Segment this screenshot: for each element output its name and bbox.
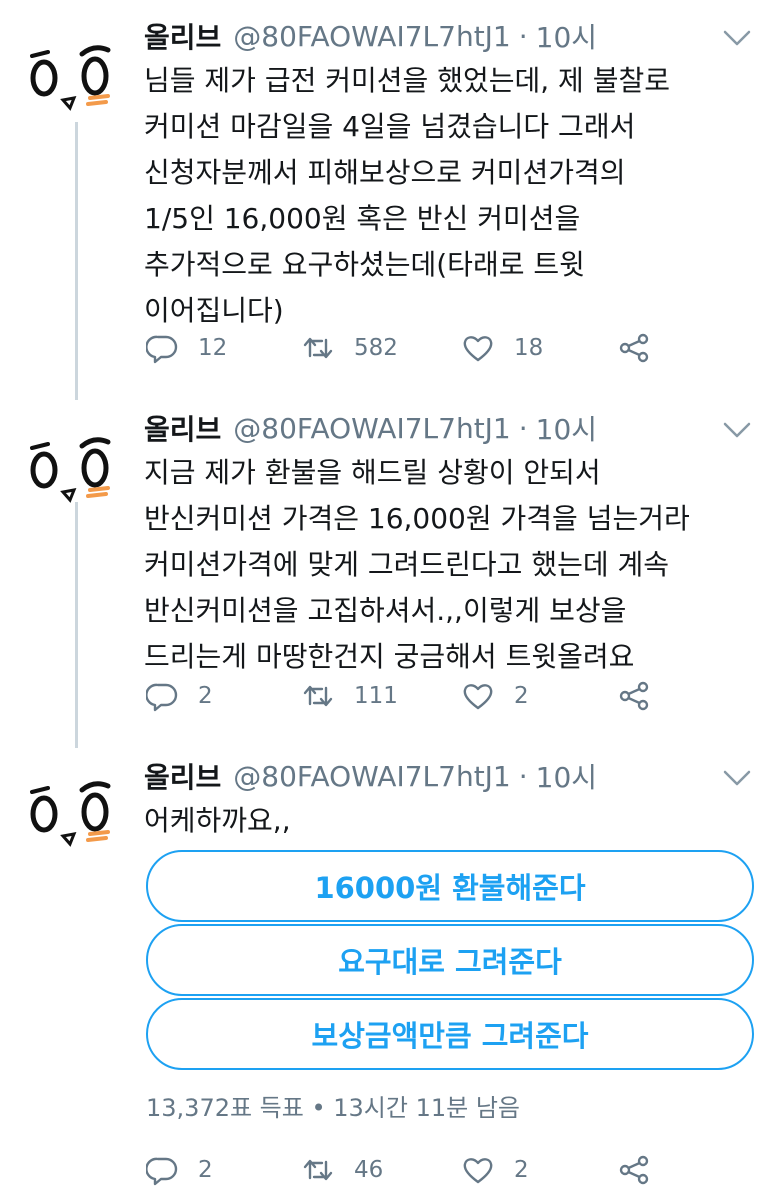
tweet-text-line: 반신커미션 가격은 16,000원 가격을 넘는거라 xyxy=(144,502,690,535)
avatar[interactable] xyxy=(18,774,136,872)
poll-option-label: 보상금액만큼 그려준다 xyxy=(311,1019,589,1053)
display-name[interactable]: 올리브 xyxy=(144,756,221,796)
share-button[interactable] xyxy=(618,1150,650,1190)
tweet-text-line: 커미션가격에 맞게 그려드린다고 했는데 계속 xyxy=(144,548,670,581)
share-icon xyxy=(619,1155,649,1185)
retweet-icon xyxy=(303,685,333,707)
user-handle[interactable]: @80FAOWAI7L7htJ1 xyxy=(233,20,510,53)
chevron-down-icon[interactable] xyxy=(722,420,752,440)
like-button[interactable]: 2 xyxy=(462,1150,529,1190)
share-button[interactable] xyxy=(618,676,650,716)
tweet[interactable]: 올리브 @80FAOWAI7L7htJ1 · 10시 님들 제가 급전 커미션을… xyxy=(0,14,778,394)
tweet-text: 님들 제가 급전 커미션을 했었는데, 제 불찰로 커미션 마감일을 4일을 넘… xyxy=(144,58,764,334)
reply-button[interactable]: 2 xyxy=(146,1150,213,1190)
reply-count: 2 xyxy=(198,1157,213,1183)
display-name[interactable]: 올리브 xyxy=(144,408,221,448)
tweet-header: 올리브 @80FAOWAI7L7htJ1 · 10시 xyxy=(144,406,597,450)
reply-icon xyxy=(146,1157,178,1186)
retweet-count: 111 xyxy=(354,683,398,709)
separator: · xyxy=(518,759,528,793)
like-count: 2 xyxy=(514,1157,529,1183)
separator: · xyxy=(518,19,528,53)
like-button[interactable]: 18 xyxy=(462,328,543,368)
timestamp[interactable]: 10시 xyxy=(536,408,597,448)
reply-count: 2 xyxy=(198,683,213,709)
avatar[interactable] xyxy=(18,430,136,528)
reply-icon xyxy=(146,683,178,712)
timestamp[interactable]: 10시 xyxy=(536,16,597,56)
tweet-actions: 12 582 18 xyxy=(144,328,664,368)
tweet[interactable]: 올리브 @80FAOWAI7L7htJ1 · 10시 지금 제가 환불을 해드릴… xyxy=(0,406,778,736)
share-button[interactable] xyxy=(618,328,650,368)
retweet-icon xyxy=(303,1159,333,1181)
like-count: 2 xyxy=(514,683,529,709)
poll-option[interactable]: 요구대로 그려준다 xyxy=(146,924,754,996)
share-icon xyxy=(619,333,649,363)
retweet-count: 46 xyxy=(354,1157,384,1183)
separator: · xyxy=(518,411,528,445)
retweet-button[interactable]: 582 xyxy=(302,328,398,368)
poll-option-label: 16000원 환불해준다 xyxy=(314,871,586,905)
retweet-icon xyxy=(303,337,333,359)
retweet-button[interactable]: 46 xyxy=(302,1150,383,1190)
retweet-button[interactable]: 111 xyxy=(302,676,398,716)
heart-icon xyxy=(463,336,493,362)
reply-icon xyxy=(146,335,178,364)
display-name[interactable]: 올리브 xyxy=(144,16,221,56)
like-count: 18 xyxy=(514,335,544,361)
reply-count: 12 xyxy=(198,335,228,361)
chevron-down-icon[interactable] xyxy=(722,768,752,788)
tweet-text-line: 1/5인 16,000원 혹은 반신 커미션을 xyxy=(144,202,581,235)
poll-option-label: 요구대로 그려준다 xyxy=(338,945,562,979)
heart-icon xyxy=(463,684,493,710)
tweet-text-line: 님들 제가 급전 커미션을 했었는데, 제 불찰로 xyxy=(144,64,670,97)
tweet-text: 어케하까요,, xyxy=(144,798,764,844)
tweet-text: 지금 제가 환불을 해드릴 상황이 안되서 반신커미션 가격은 16,000원 … xyxy=(144,450,764,680)
tweet[interactable]: 올리브 @80FAOWAI7L7htJ1 · 10시 어케하까요,, 16000… xyxy=(0,754,778,1200)
tweet-text-line: 추가적으로 요구하셨는데(타래로 트윗 xyxy=(144,248,585,281)
poll-vote-summary: 13,372표 득표 • 13시간 11분 남음 xyxy=(146,1094,520,1122)
tweet-actions: 2 111 2 xyxy=(144,676,664,716)
timestamp[interactable]: 10시 xyxy=(536,756,597,796)
reply-button[interactable]: 12 xyxy=(146,328,227,368)
user-handle[interactable]: @80FAOWAI7L7htJ1 xyxy=(233,760,510,793)
retweet-count: 582 xyxy=(354,335,398,361)
tweet-header: 올리브 @80FAOWAI7L7htJ1 · 10시 xyxy=(144,754,597,798)
poll-option[interactable]: 보상금액만큼 그려준다 xyxy=(146,998,754,1070)
tweet-header: 올리브 @80FAOWAI7L7htJ1 · 10시 xyxy=(144,14,597,58)
like-button[interactable]: 2 xyxy=(462,676,529,716)
tweet-text-line: 커미션 마감일을 4일을 넘겼습니다 그래서 xyxy=(144,110,636,143)
tweet-text-line: 반신커미션을 고집하셔서.,,이렇게 보상을 xyxy=(144,594,627,627)
tweet-text-line: 신청자분께서 피해보상으로 커미션가격의 xyxy=(144,156,626,189)
tweet-text-line: 드리는게 마땅한건지 궁금해서 트윗올려요 xyxy=(144,640,635,673)
user-handle[interactable]: @80FAOWAI7L7htJ1 xyxy=(233,412,510,445)
tweet-actions: 2 46 2 xyxy=(144,1150,664,1190)
avatar[interactable] xyxy=(18,38,136,136)
reply-button[interactable]: 2 xyxy=(146,676,213,716)
tweet-text-line: 지금 제가 환불을 해드릴 상황이 안되서 xyxy=(144,456,601,489)
share-icon xyxy=(619,681,649,711)
heart-icon xyxy=(463,1158,493,1184)
chevron-down-icon[interactable] xyxy=(722,28,752,48)
tweet-text-line: 어케하까요,, xyxy=(144,804,291,837)
poll-option[interactable]: 16000원 환불해준다 xyxy=(146,850,754,922)
